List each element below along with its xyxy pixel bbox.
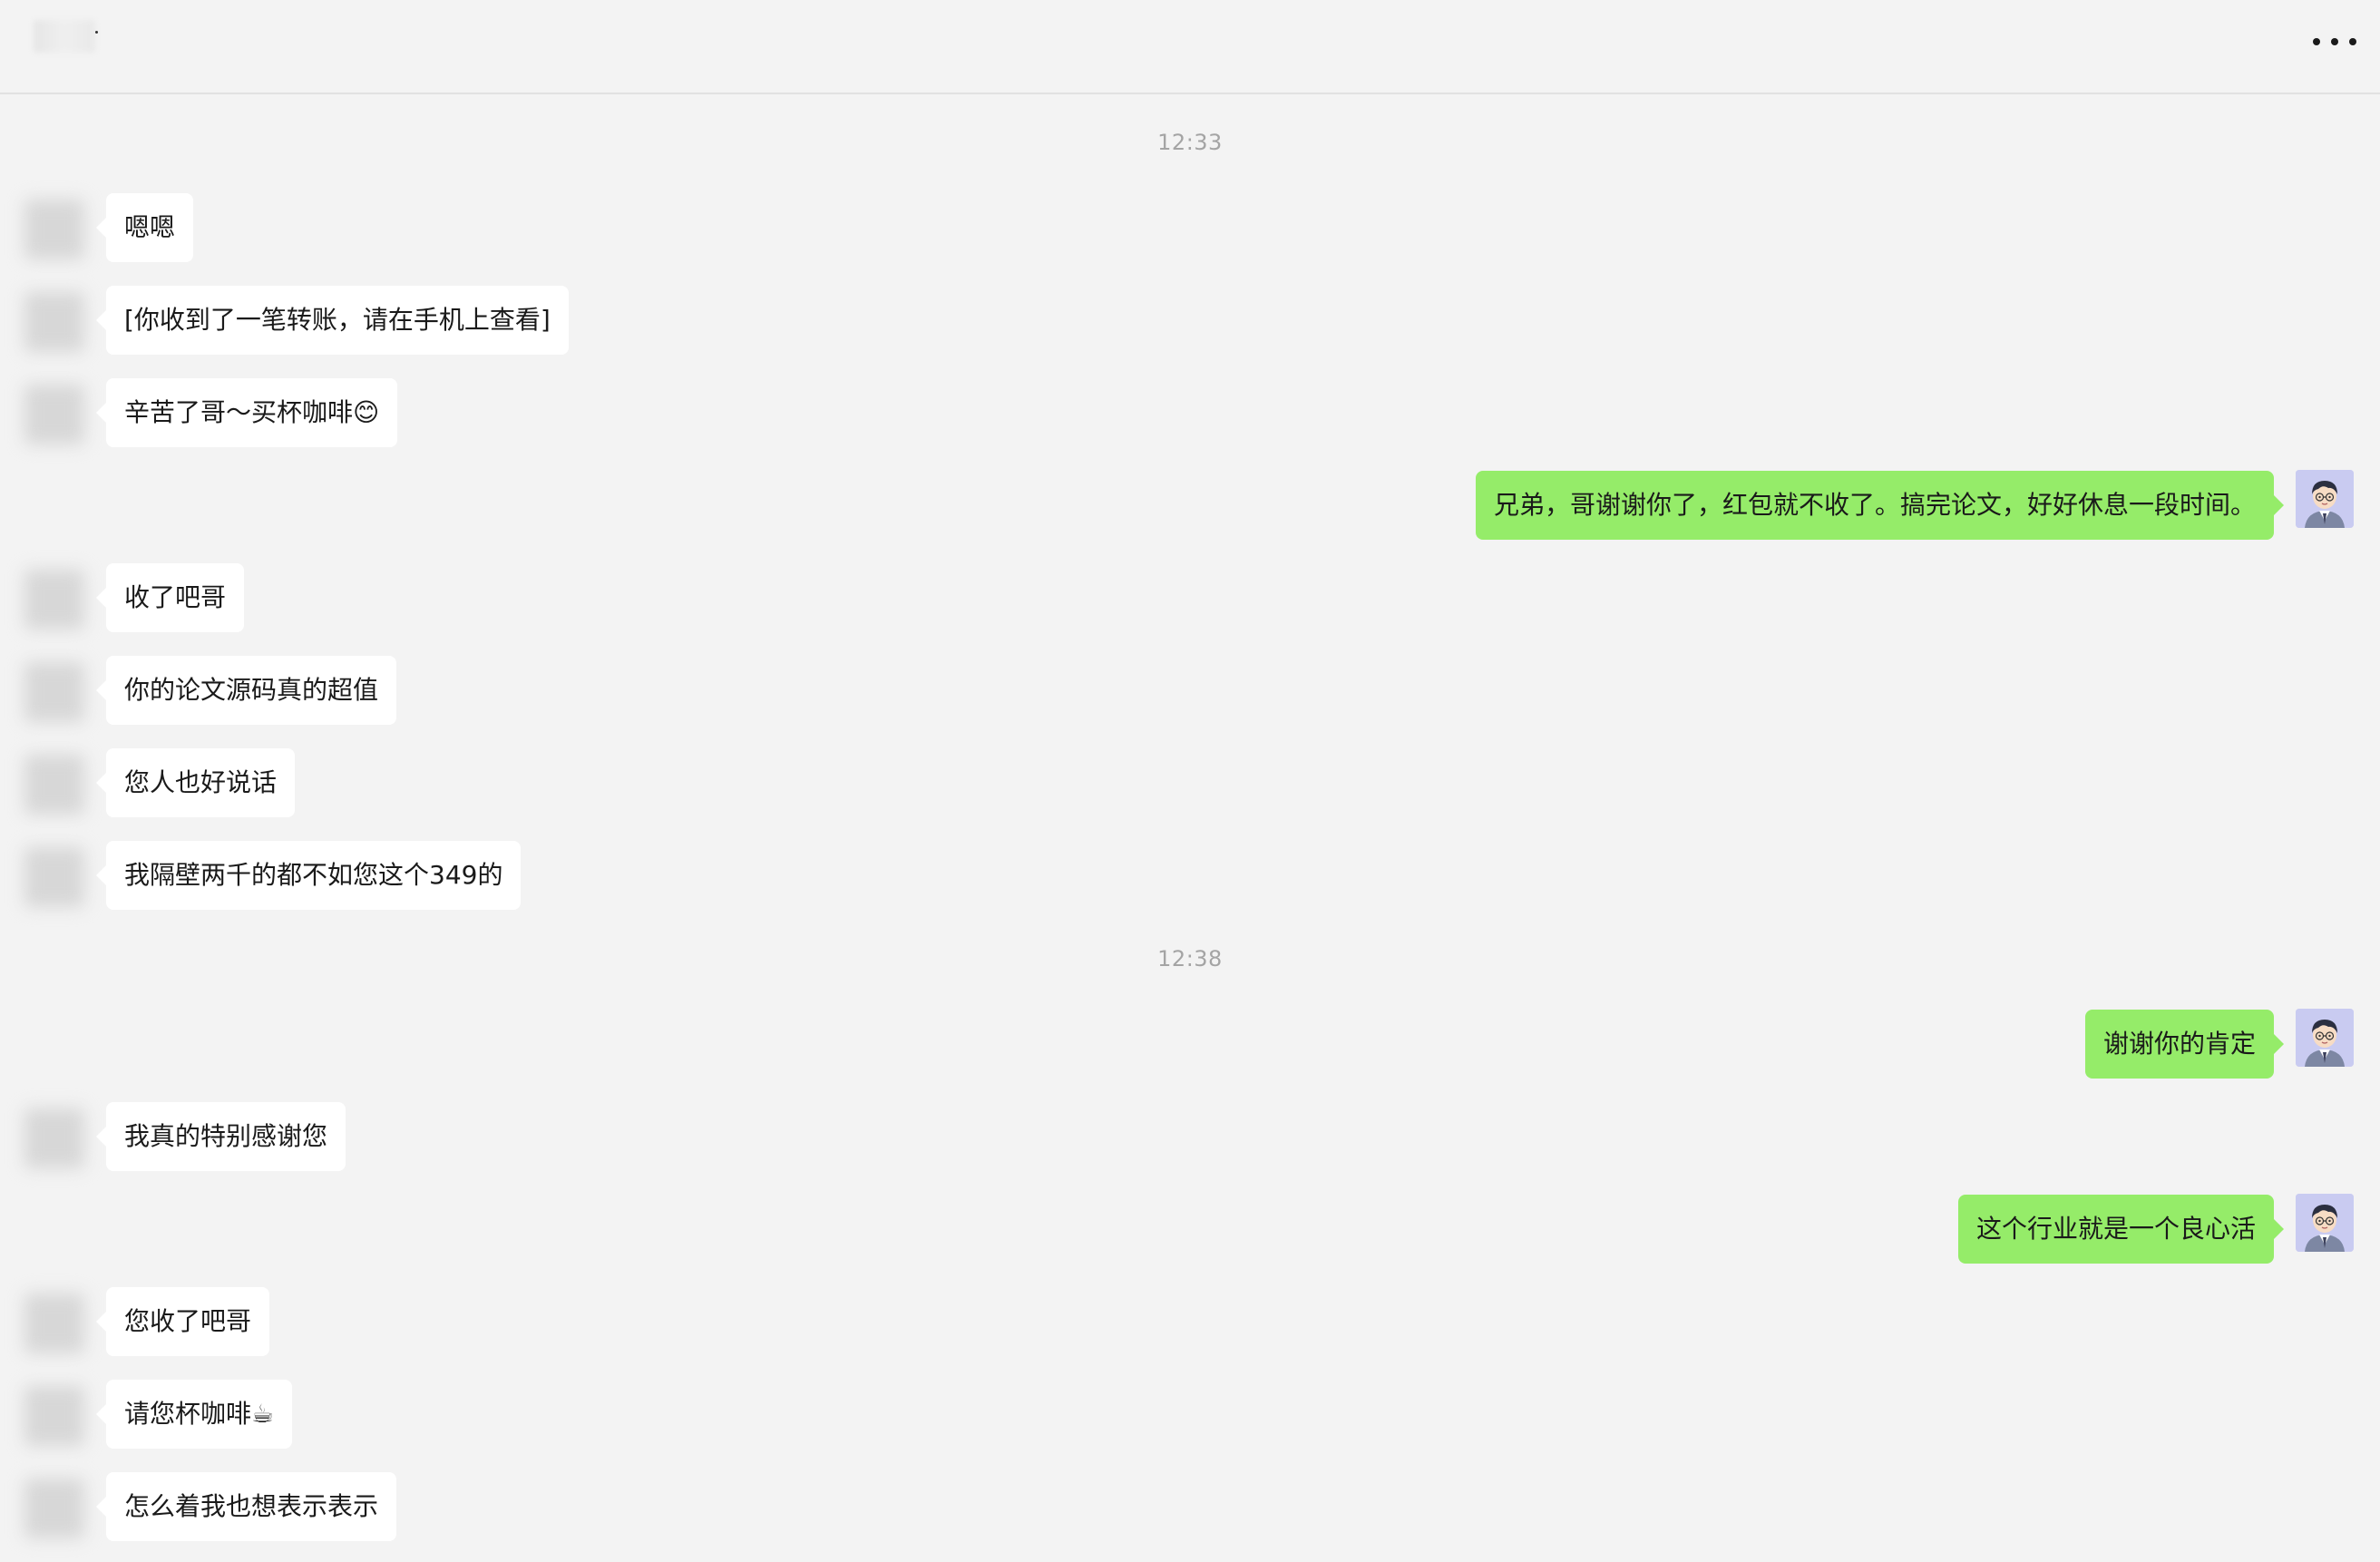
contact-name-blurred	[34, 20, 95, 53]
incoming-message-bubble[interactable]: 请您杯咖啡☕	[95, 1380, 293, 1449]
more-dots-icon-dot	[2331, 38, 2338, 45]
contact-avatar[interactable]	[24, 847, 84, 907]
incoming-message-bubble[interactable]: 你的论文源码真的超值	[95, 656, 397, 725]
cartoon-avatar-icon	[2296, 470, 2354, 528]
incoming-message-bubble[interactable]: 您收了吧哥	[95, 1287, 270, 1356]
more-dots-icon	[2313, 38, 2320, 45]
incoming-message-bubble[interactable]: 辛苦了哥～买杯咖啡😊	[95, 378, 398, 447]
contact-name-dot	[95, 31, 98, 34]
outgoing-message-bubble[interactable]: 谢谢你的肯定	[2084, 1010, 2285, 1079]
incoming-message-bubble[interactable]: 您人也好说话	[95, 748, 296, 817]
contact-avatar[interactable]	[24, 755, 84, 815]
contact-avatar[interactable]	[24, 570, 84, 630]
cartoon-avatar-icon	[2296, 1194, 2354, 1252]
cartoon-avatar-icon	[2296, 1009, 2354, 1067]
contact-avatar[interactable]	[24, 662, 84, 722]
incoming-message-bubble[interactable]: [你收到了一笔转账，请在手机上查看]	[96, 286, 569, 355]
chat-header	[0, 0, 2380, 94]
incoming-message-bubble[interactable]: 收了吧哥	[95, 563, 245, 632]
contact-avatar[interactable]	[24, 1294, 84, 1353]
contact-avatar[interactable]	[24, 385, 84, 444]
incoming-message-bubble[interactable]: 怎么着我也想表示表示	[95, 1472, 397, 1541]
more-options-button[interactable]	[2313, 29, 2356, 54]
contact-avatar[interactable]	[24, 1108, 84, 1168]
incoming-message-bubble[interactable]: 我真的特别感谢您	[95, 1102, 346, 1171]
my-avatar[interactable]	[2296, 1194, 2354, 1252]
my-avatar[interactable]	[2296, 470, 2354, 528]
timestamp: 12:33	[1157, 130, 1223, 155]
contact-avatar[interactable]	[24, 292, 84, 352]
incoming-message-bubble[interactable]: 我隔壁两千的都不如您这个349的	[95, 841, 522, 910]
outgoing-message-bubble[interactable]: 兄弟，哥谢谢你了，红包就不收了。搞完论文，好好休息一段时间。	[1475, 471, 2285, 540]
more-dots-icon-dot	[2349, 38, 2356, 45]
contact-avatar[interactable]	[24, 1386, 84, 1446]
timestamp: 12:38	[1157, 946, 1223, 971]
outgoing-message-bubble[interactable]: 这个行业就是一个良心活	[1957, 1195, 2285, 1264]
my-avatar[interactable]	[2296, 1009, 2354, 1067]
contact-avatar[interactable]	[24, 1479, 84, 1538]
contact-avatar[interactable]	[24, 200, 84, 259]
incoming-message-bubble[interactable]: 嗯嗯	[95, 193, 194, 262]
